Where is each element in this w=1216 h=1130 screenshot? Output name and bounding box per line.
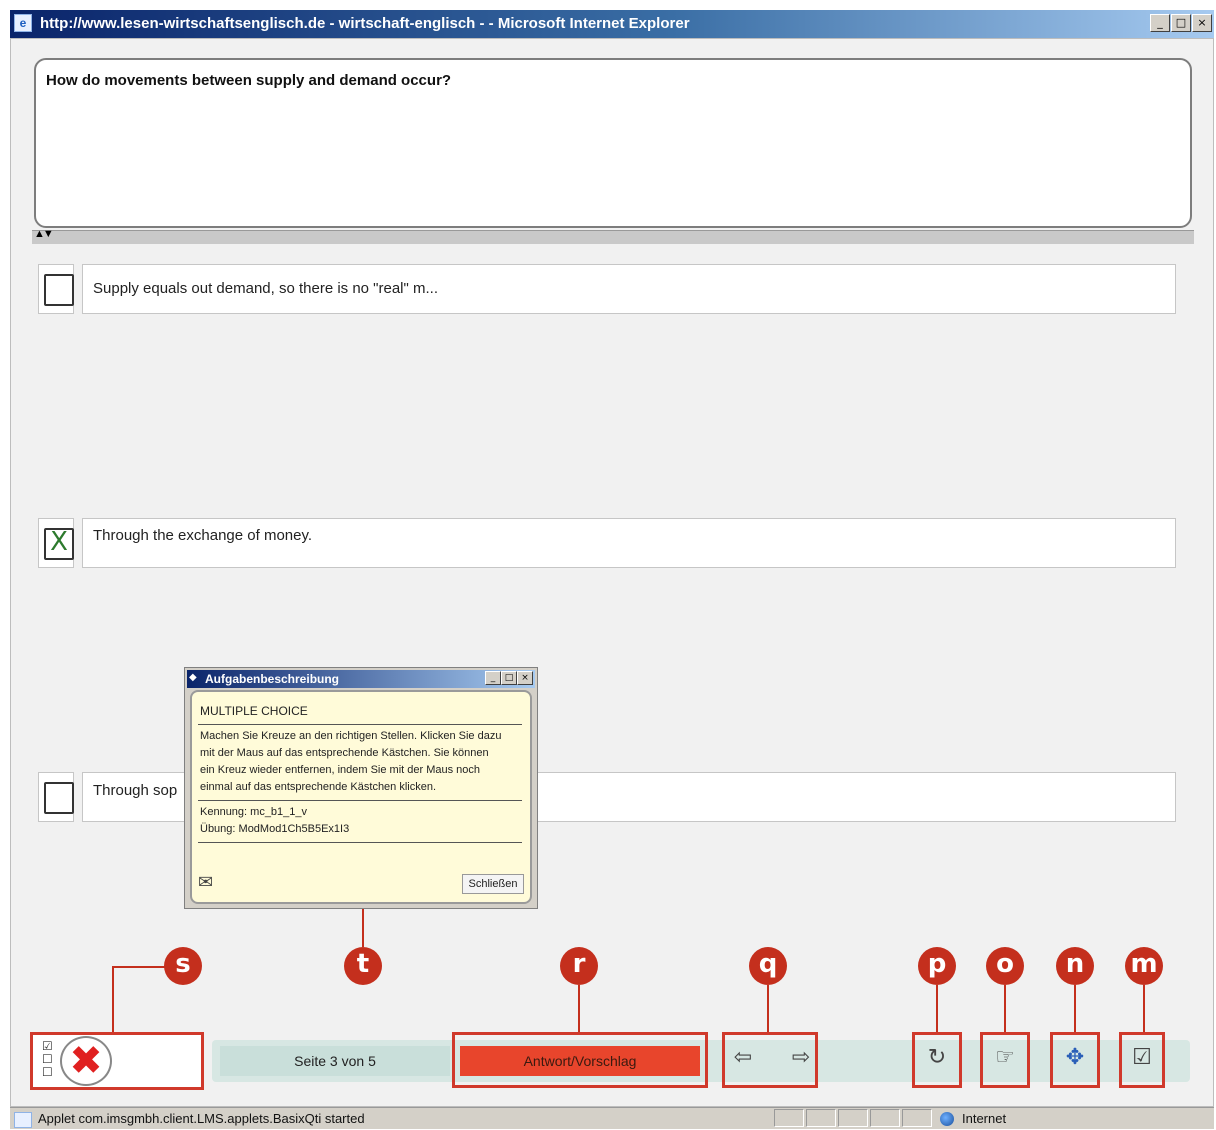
status-cell [838,1109,868,1127]
dialog-minimize-button[interactable]: _ [485,671,501,685]
status-cell [902,1109,932,1127]
answer-checkbox-1[interactable] [38,264,74,314]
page-indicator: Seite 3 von 5 [220,1046,450,1076]
checkbox-square [44,782,74,814]
status-text: Applet com.imsgmbh.client.LMS.applets.Ba… [38,1111,365,1126]
answer-checkbox-2[interactable]: X [38,518,74,568]
checkbox-square [44,274,74,306]
dialog-app-icon: ◆ [189,672,197,683]
logo-cross-icon[interactable]: ✖ [60,1036,112,1086]
dialog-maximize-button[interactable]: □ [501,671,517,685]
callout-connector [112,966,166,968]
dialog-divider [198,800,522,801]
callout-o: o [986,947,1024,985]
reset-icon[interactable]: ↻ [922,1045,952,1070]
status-cell [870,1109,900,1127]
status-cell [806,1109,836,1127]
answer-text-3: Through sop [93,782,178,799]
callout-q: q [749,947,787,985]
answer-text-2: Through the exchange of money. [93,527,313,544]
callout-m: m [1125,947,1163,985]
highlight-answer [452,1032,708,1088]
group-icon[interactable]: ✥ [1060,1045,1090,1070]
callout-s: s [164,947,202,985]
question-box: How do movements between supply and dema… [34,58,1192,228]
checkmark-x-icon: X [50,527,68,557]
dialog-instruction-line: ein Kreuz wieder entfernen, indem Sie mi… [200,764,481,776]
internet-zone-icon [940,1112,954,1126]
hint-icon[interactable]: ☞ [990,1045,1020,1070]
callout-connector [1143,985,1145,1032]
callout-n: n [1056,947,1094,985]
callout-connector [112,966,114,1032]
callout-connector [767,985,769,1032]
checkbox-square: X [44,527,74,560]
previous-page-icon[interactable]: ⇦ [728,1045,758,1070]
callout-connector [362,909,364,947]
window-title: http://www.lesen-wirtschaftsenglisch.de … [10,10,1214,38]
dialog-exercise-line: Übung: ModMod1Ch5B5Ex1I3 [200,823,350,835]
dialog-divider [198,724,522,725]
close-window-button[interactable]: × [1192,14,1212,32]
dialog-id-line: Kennung: mc_b1_1_v [200,806,308,818]
minimize-button[interactable]: _ [1150,14,1170,32]
callout-p: p [918,947,956,985]
zone-label: Internet [962,1111,1007,1126]
dialog-type: MULTIPLE CHOICE [200,704,308,718]
status-bar: Applet com.imsgmbh.client.LMS.applets.Ba… [10,1107,1214,1129]
dialog-close-text-button[interactable]: Schließen [462,874,524,894]
splitter-arrows-icon[interactable]: ▲▼ [34,228,54,240]
exercise-menu-box[interactable] [30,1032,204,1090]
answer-checkbox-3[interactable] [38,772,74,822]
ie-page-icon: e [14,14,32,32]
dialog-divider [198,842,522,843]
callout-t: t [344,947,382,985]
applet-status-icon [14,1111,32,1128]
status-cell [774,1109,804,1127]
check-answer-icon[interactable]: ☑ [1127,1045,1157,1070]
next-page-icon[interactable]: ⇨ [786,1045,816,1070]
dialog-instruction-line: einmal auf das entsprechende Kästchen kl… [200,781,437,793]
maximize-button[interactable]: □ [1171,14,1191,32]
answer-text-1: Supply equals out demand, so there is no… [93,280,439,297]
dialog-body [190,690,532,904]
callout-r: r [560,947,598,985]
question-text: How do movements between supply and dema… [46,72,452,89]
checklist-icon: ☑ ☐ ☐ [42,1039,53,1079]
callout-connector [1004,985,1006,1032]
dialog-title: Aufgabenbeschreibung [187,670,535,688]
callout-connector [1074,985,1076,1032]
dialog-instruction-line: mit der Maus auf das entsprechende Kästc… [200,747,489,759]
dialog-instruction-line: Machen Sie Kreuze an den richtigen Stell… [200,730,502,742]
dialog-close-button[interactable]: × [517,671,533,685]
answer-option-1[interactable]: Supply equals out demand, so there is no… [82,264,1176,314]
mail-icon[interactable]: ✉ [198,872,213,893]
callout-connector [578,985,580,1032]
splitter-bar[interactable] [32,230,1194,244]
answer-option-2[interactable]: Through the exchange of money. [82,518,1176,568]
callout-connector [936,985,938,1032]
